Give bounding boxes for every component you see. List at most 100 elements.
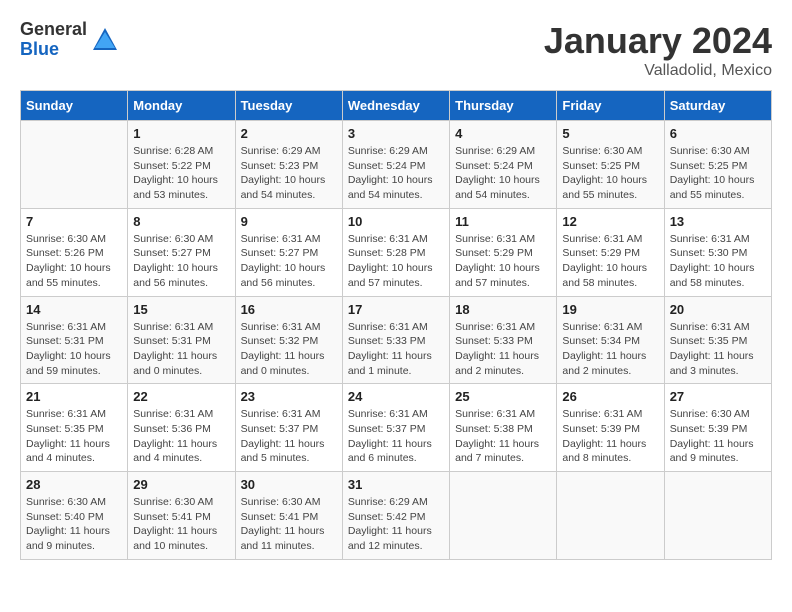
day-number: 13 bbox=[670, 214, 766, 229]
day-number: 28 bbox=[26, 477, 122, 492]
day-number: 26 bbox=[562, 389, 658, 404]
day-info: Sunrise: 6:31 AM Sunset: 5:31 PM Dayligh… bbox=[26, 321, 111, 377]
calendar-cell: 9Sunrise: 6:31 AM Sunset: 5:27 PM Daylig… bbox=[235, 208, 342, 296]
calendar-cell: 12Sunrise: 6:31 AM Sunset: 5:29 PM Dayli… bbox=[557, 208, 664, 296]
week-row-3: 14 Sunrise: 6:31 AM Sunset: 5:31 PM Dayli… bbox=[21, 296, 772, 384]
day-number: 19 bbox=[562, 302, 658, 317]
header: General Blue January 2024 Valladolid, Me… bbox=[20, 20, 772, 80]
day-number: 14 bbox=[26, 302, 122, 317]
calendar-cell: 11 Sunrise: 6:31 AM Sunset: 5:29 PM Dayli… bbox=[450, 208, 557, 296]
calendar-cell: 15Sunrise: 6:31 AM Sunset: 5:31 PM Dayli… bbox=[128, 296, 235, 384]
day-number: 24 bbox=[348, 389, 444, 404]
day-info: Sunrise: 6:31 AM Sunset: 5:37 PM Dayligh… bbox=[348, 408, 432, 464]
day-number: 17 bbox=[348, 302, 444, 317]
title-area: January 2024 Valladolid, Mexico bbox=[544, 20, 772, 80]
day-info: Sunrise: 6:31 AM Sunset: 5:38 PM Dayligh… bbox=[455, 408, 539, 464]
day-number: 15 bbox=[133, 302, 229, 317]
day-number: 7 bbox=[26, 214, 122, 229]
day-info: Sunrise: 6:31 AM Sunset: 5:28 PM Dayligh… bbox=[348, 233, 433, 289]
week-row-4: 21 Sunrise: 6:31 AM Sunset: 5:35 PM Dayli… bbox=[21, 384, 772, 472]
calendar-cell: 7 Sunrise: 6:30 AM Sunset: 5:26 PM Daylig… bbox=[21, 208, 128, 296]
calendar-header: SundayMondayTuesdayWednesdayThursdayFrid… bbox=[21, 91, 772, 121]
day-info: Sunrise: 6:31 AM Sunset: 5:29 PM Dayligh… bbox=[455, 233, 540, 289]
day-number: 22 bbox=[133, 389, 229, 404]
logo-general-text: General bbox=[20, 20, 87, 40]
calendar-cell: 18 Sunrise: 6:31 AM Sunset: 5:33 PM Dayli… bbox=[450, 296, 557, 384]
day-number: 12 bbox=[562, 214, 658, 229]
day-info: Sunrise: 6:31 AM Sunset: 5:32 PM Dayligh… bbox=[241, 321, 325, 377]
header-cell-tuesday: Tuesday bbox=[235, 91, 342, 121]
header-cell-friday: Friday bbox=[557, 91, 664, 121]
calendar-cell: 25 Sunrise: 6:31 AM Sunset: 5:38 PM Dayli… bbox=[450, 384, 557, 472]
day-number: 21 bbox=[26, 389, 122, 404]
day-info: Sunrise: 6:29 AM Sunset: 5:24 PM Dayligh… bbox=[348, 145, 433, 201]
day-info: Sunrise: 6:30 AM Sunset: 5:26 PM Dayligh… bbox=[26, 233, 111, 289]
calendar-cell: 1Sunrise: 6:28 AM Sunset: 5:22 PM Daylig… bbox=[128, 121, 235, 209]
calendar-cell: 10Sunrise: 6:31 AM Sunset: 5:28 PM Dayli… bbox=[342, 208, 449, 296]
calendar-cell: 16 Sunrise: 6:31 AM Sunset: 5:32 PM Dayli… bbox=[235, 296, 342, 384]
day-number: 30 bbox=[241, 477, 337, 492]
day-info: Sunrise: 6:31 AM Sunset: 5:33 PM Dayligh… bbox=[348, 321, 432, 377]
header-cell-wednesday: Wednesday bbox=[342, 91, 449, 121]
day-info: Sunrise: 6:30 AM Sunset: 5:41 PM Dayligh… bbox=[241, 496, 325, 552]
calendar-cell: 30 Sunrise: 6:30 AM Sunset: 5:41 PM Dayli… bbox=[235, 472, 342, 560]
day-info: Sunrise: 6:30 AM Sunset: 5:40 PM Dayligh… bbox=[26, 496, 110, 552]
day-number: 27 bbox=[670, 389, 766, 404]
calendar-cell bbox=[450, 472, 557, 560]
day-number: 11 bbox=[455, 214, 551, 229]
day-info: Sunrise: 6:28 AM Sunset: 5:22 PM Dayligh… bbox=[133, 145, 218, 201]
calendar-cell: 24 Sunrise: 6:31 AM Sunset: 5:37 PM Dayli… bbox=[342, 384, 449, 472]
day-number: 8 bbox=[133, 214, 229, 229]
day-info: Sunrise: 6:31 AM Sunset: 5:33 PM Dayligh… bbox=[455, 321, 539, 377]
calendar-cell: 19Sunrise: 6:31 AM Sunset: 5:34 PM Dayli… bbox=[557, 296, 664, 384]
week-row-5: 28 Sunrise: 6:30 AM Sunset: 5:40 PM Dayli… bbox=[21, 472, 772, 560]
day-number: 16 bbox=[241, 302, 337, 317]
calendar-body: 1Sunrise: 6:28 AM Sunset: 5:22 PM Daylig… bbox=[21, 121, 772, 560]
day-info: Sunrise: 6:29 AM Sunset: 5:23 PM Dayligh… bbox=[241, 145, 326, 201]
calendar-cell: 5Sunrise: 6:30 AM Sunset: 5:25 PM Daylig… bbox=[557, 121, 664, 209]
day-number: 2 bbox=[241, 126, 337, 141]
day-number: 25 bbox=[455, 389, 551, 404]
calendar-cell: 6Sunrise: 6:30 AM Sunset: 5:25 PM Daylig… bbox=[664, 121, 771, 209]
calendar-cell: 17 Sunrise: 6:31 AM Sunset: 5:33 PM Dayli… bbox=[342, 296, 449, 384]
day-number: 23 bbox=[241, 389, 337, 404]
day-info: Sunrise: 6:30 AM Sunset: 5:41 PM Dayligh… bbox=[133, 496, 217, 552]
day-info: Sunrise: 6:31 AM Sunset: 5:37 PM Dayligh… bbox=[241, 408, 325, 464]
logo: General Blue bbox=[20, 20, 119, 60]
calendar-cell: 26Sunrise: 6:31 AM Sunset: 5:39 PM Dayli… bbox=[557, 384, 664, 472]
calendar-cell: 20Sunrise: 6:31 AM Sunset: 5:35 PM Dayli… bbox=[664, 296, 771, 384]
calendar-cell: 22 Sunrise: 6:31 AM Sunset: 5:36 PM Dayli… bbox=[128, 384, 235, 472]
header-cell-sunday: Sunday bbox=[21, 91, 128, 121]
calendar-cell: 14 Sunrise: 6:31 AM Sunset: 5:31 PM Dayli… bbox=[21, 296, 128, 384]
logo-icon bbox=[91, 26, 119, 54]
calendar-cell: 21 Sunrise: 6:31 AM Sunset: 5:35 PM Dayli… bbox=[21, 384, 128, 472]
day-number: 4 bbox=[455, 126, 551, 141]
day-info: Sunrise: 6:31 AM Sunset: 5:35 PM Dayligh… bbox=[26, 408, 110, 464]
location: Valladolid, Mexico bbox=[544, 62, 772, 80]
day-number: 29 bbox=[133, 477, 229, 492]
day-info: Sunrise: 6:29 AM Sunset: 5:24 PM Dayligh… bbox=[455, 145, 540, 201]
day-info: Sunrise: 6:30 AM Sunset: 5:25 PM Dayligh… bbox=[562, 145, 647, 201]
day-info: Sunrise: 6:29 AM Sunset: 5:42 PM Dayligh… bbox=[348, 496, 432, 552]
month-title: January 2024 bbox=[544, 20, 772, 62]
calendar-cell: 8 Sunrise: 6:30 AM Sunset: 5:27 PM Daylig… bbox=[128, 208, 235, 296]
day-number: 18 bbox=[455, 302, 551, 317]
calendar-cell: 3Sunrise: 6:29 AM Sunset: 5:24 PM Daylig… bbox=[342, 121, 449, 209]
calendar-cell bbox=[557, 472, 664, 560]
header-cell-thursday: Thursday bbox=[450, 91, 557, 121]
calendar-cell: 27 Sunrise: 6:30 AM Sunset: 5:39 PM Dayli… bbox=[664, 384, 771, 472]
week-row-1: 1Sunrise: 6:28 AM Sunset: 5:22 PM Daylig… bbox=[21, 121, 772, 209]
day-info: Sunrise: 6:30 AM Sunset: 5:27 PM Dayligh… bbox=[133, 233, 218, 289]
header-cell-monday: Monday bbox=[128, 91, 235, 121]
header-row: SundayMondayTuesdayWednesdayThursdayFrid… bbox=[21, 91, 772, 121]
day-info: Sunrise: 6:31 AM Sunset: 5:27 PM Dayligh… bbox=[241, 233, 326, 289]
calendar-cell: 29 Sunrise: 6:30 AM Sunset: 5:41 PM Dayli… bbox=[128, 472, 235, 560]
day-number: 31 bbox=[348, 477, 444, 492]
day-info: Sunrise: 6:31 AM Sunset: 5:35 PM Dayligh… bbox=[670, 321, 754, 377]
day-info: Sunrise: 6:31 AM Sunset: 5:36 PM Dayligh… bbox=[133, 408, 217, 464]
day-number: 6 bbox=[670, 126, 766, 141]
week-row-2: 7 Sunrise: 6:30 AM Sunset: 5:26 PM Daylig… bbox=[21, 208, 772, 296]
header-cell-saturday: Saturday bbox=[664, 91, 771, 121]
day-info: Sunrise: 6:30 AM Sunset: 5:39 PM Dayligh… bbox=[670, 408, 754, 464]
calendar-cell: 31 Sunrise: 6:29 AM Sunset: 5:42 PM Dayli… bbox=[342, 472, 449, 560]
